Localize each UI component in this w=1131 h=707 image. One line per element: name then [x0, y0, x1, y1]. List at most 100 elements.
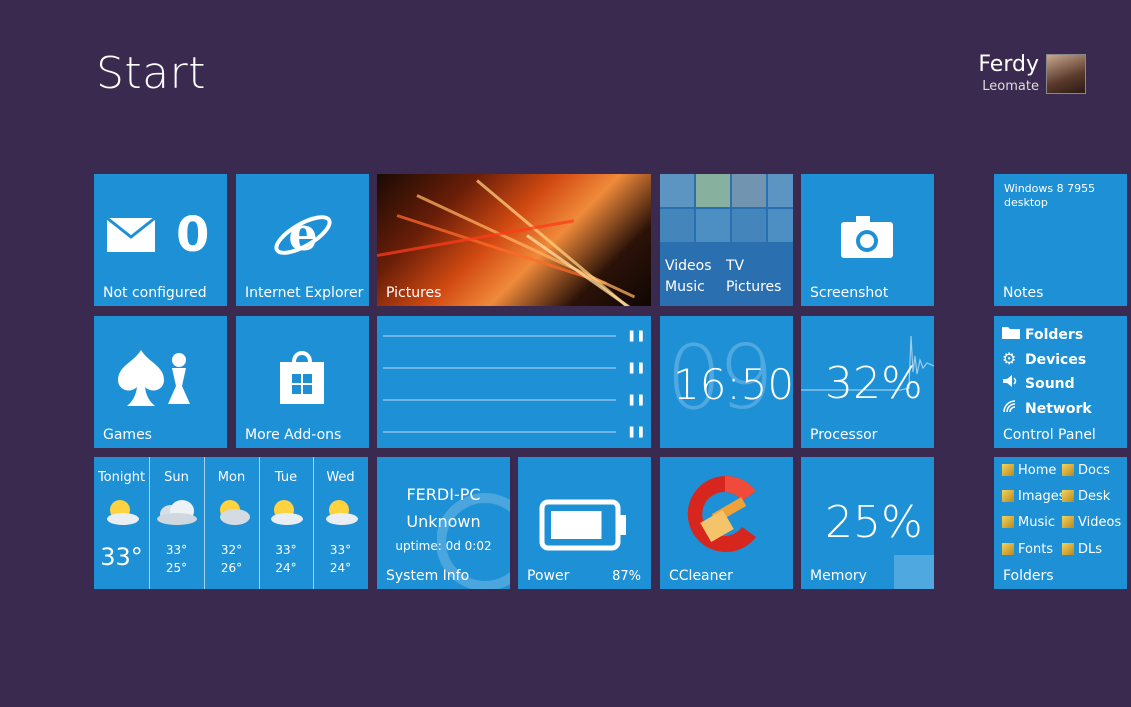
media-thumbnail	[660, 209, 694, 242]
weather-day-name: Wed	[326, 470, 355, 485]
pictures-tile[interactable]: Pictures	[377, 174, 651, 306]
folder-link-label: Docs	[1078, 463, 1110, 478]
track-progress-bar[interactable]	[383, 367, 616, 369]
memory-usage-bar	[894, 555, 934, 589]
folder-link-label: Images	[1018, 489, 1066, 504]
control-panel-item-sound[interactable]: Sound	[1002, 374, 1075, 392]
media-thumbnail	[660, 174, 694, 207]
processor-tile[interactable]: 32% Processor	[801, 316, 934, 448]
games-label: Games	[103, 427, 152, 443]
ccleaner-tile[interactable]: CCleaner	[660, 457, 793, 589]
folder-link-images[interactable]: Images	[1002, 489, 1066, 504]
more-addons-label: More Add-ons	[245, 427, 342, 443]
ccleaner-label: CCleaner	[669, 568, 733, 584]
folder-link-videos[interactable]: Videos	[1062, 515, 1121, 530]
folder-icon	[1002, 325, 1020, 343]
page-title: Start	[96, 48, 206, 99]
weather-tile[interactable]: Tonight 33° Sun 33° 25° Mon 32° 26° Tue …	[94, 457, 368, 589]
media-thumbnail	[696, 174, 730, 207]
memory-tile[interactable]: 25% Memory	[801, 457, 934, 589]
weather-day-name: Tonight	[97, 470, 146, 485]
folders-tile[interactable]: Home Docs Images Desk Music Videos Fonts…	[994, 457, 1127, 589]
pause-icon[interactable]: ❚❚	[627, 329, 645, 342]
media-thumbnail	[732, 209, 766, 242]
mail-tile[interactable]: 0 Not configured	[94, 174, 227, 306]
system-info-label: System Info	[386, 568, 470, 584]
folder-link-label: Music	[1018, 515, 1055, 530]
folder-link-fonts[interactable]: Fonts	[1002, 542, 1053, 557]
folder-link-label: Home	[1018, 463, 1057, 478]
power-label: Power	[527, 568, 570, 584]
media-link-music[interactable]: Music	[665, 279, 705, 295]
memory-value: 25%	[825, 497, 923, 548]
mail-count: 0	[176, 207, 210, 263]
weather-high: 32°	[220, 543, 243, 557]
internet-explorer-icon: e	[274, 207, 332, 261]
mail-label: Not configured	[103, 285, 207, 301]
track-progress-bar[interactable]	[383, 399, 616, 401]
media-link-videos[interactable]: Videos	[665, 258, 712, 274]
folder-icon	[1062, 490, 1074, 502]
clock-time: 16:50	[673, 360, 793, 409]
cloud-icon	[155, 497, 199, 531]
weather-temp: 33°	[100, 543, 143, 571]
track-progress-bar[interactable]	[383, 431, 616, 433]
picture-streak	[476, 179, 632, 306]
folder-link-home[interactable]: Home	[1002, 463, 1056, 478]
track-progress-bar[interactable]	[383, 335, 616, 337]
folder-link-dls[interactable]: DLs	[1062, 542, 1102, 557]
control-panel-item-label: Folders	[1025, 327, 1084, 343]
system-info-tile[interactable]: FERDI-PC Unknown uptime: 0d 0:02 System …	[377, 457, 510, 589]
music-player-tile[interactable]: ❚❚ ❚❚ ❚❚ ❚❚	[377, 316, 651, 448]
pc-name: FERDI-PC	[406, 485, 481, 504]
battery-level-fill	[551, 511, 602, 539]
battery-icon	[539, 499, 626, 551]
weather-day-wed: Wed 33° 24°	[313, 457, 368, 589]
weather-day-name: Tue	[274, 470, 298, 485]
games-tile[interactable]: Games	[94, 316, 227, 448]
ccleaner-logo-icon	[687, 475, 756, 552]
processor-label: Processor	[810, 427, 878, 443]
folder-link-desk[interactable]: Desk	[1062, 489, 1110, 504]
control-panel-item-network[interactable]: Network	[1002, 399, 1092, 417]
folders-label: Folders	[1003, 568, 1054, 584]
picture-streak	[416, 194, 636, 299]
weather-day-name: Mon	[217, 470, 246, 485]
notes-content: Windows 8 7955 desktop	[1004, 182, 1096, 209]
media-thumbnail	[696, 209, 730, 242]
pause-icon[interactable]: ❚❚	[627, 361, 645, 374]
weather-day-tue: Tue 33° 24°	[259, 457, 314, 589]
user-first-name: Ferdy	[978, 52, 1039, 77]
control-panel-item-folders[interactable]: Folders	[1002, 325, 1083, 343]
folder-link-music[interactable]: Music	[1002, 515, 1055, 530]
camera-icon	[841, 216, 893, 258]
user-account[interactable]: Ferdy Leomate	[978, 52, 1131, 97]
folder-link-docs[interactable]: Docs	[1062, 463, 1110, 478]
control-panel-tile[interactable]: Folders ⚙ Devices Sound Network Control P…	[994, 316, 1127, 448]
avatar[interactable]	[1046, 54, 1086, 94]
more-addons-tile[interactable]: More Add-ons	[236, 316, 369, 448]
weather-day-mon: Mon 32° 26°	[204, 457, 260, 589]
folder-icon	[1002, 543, 1014, 555]
pause-icon[interactable]: ❚❚	[627, 393, 645, 406]
clock-tile[interactable]: 09 16:50	[660, 316, 793, 448]
notes-tile[interactable]: Windows 8 7955 desktop Notes	[994, 174, 1127, 306]
media-thumbnail	[768, 174, 793, 207]
media-link-tv[interactable]: TV	[726, 258, 744, 274]
folder-link-label: Desk	[1078, 489, 1111, 504]
power-tile[interactable]: Power 87%	[518, 457, 651, 589]
weather-day-sun: Sun 33° 25°	[149, 457, 205, 589]
internet-explorer-tile[interactable]: e Internet Explorer	[236, 174, 369, 306]
weather-day-tonight: Tonight 33°	[94, 457, 150, 589]
weather-low: 26°	[220, 561, 243, 575]
media-tile[interactable]: Videos TV Music Pictures	[660, 174, 793, 306]
games-icon	[118, 350, 190, 406]
media-link-pictures[interactable]: Pictures	[726, 279, 781, 295]
control-panel-item-devices[interactable]: ⚙ Devices	[1002, 349, 1086, 368]
screenshot-tile[interactable]: Screenshot	[801, 174, 934, 306]
processor-value: 32%	[825, 358, 923, 409]
folder-icon	[1062, 543, 1074, 555]
svg-text:e: e	[288, 207, 317, 261]
folder-icon	[1002, 516, 1014, 528]
pause-icon[interactable]: ❚❚	[627, 425, 645, 438]
